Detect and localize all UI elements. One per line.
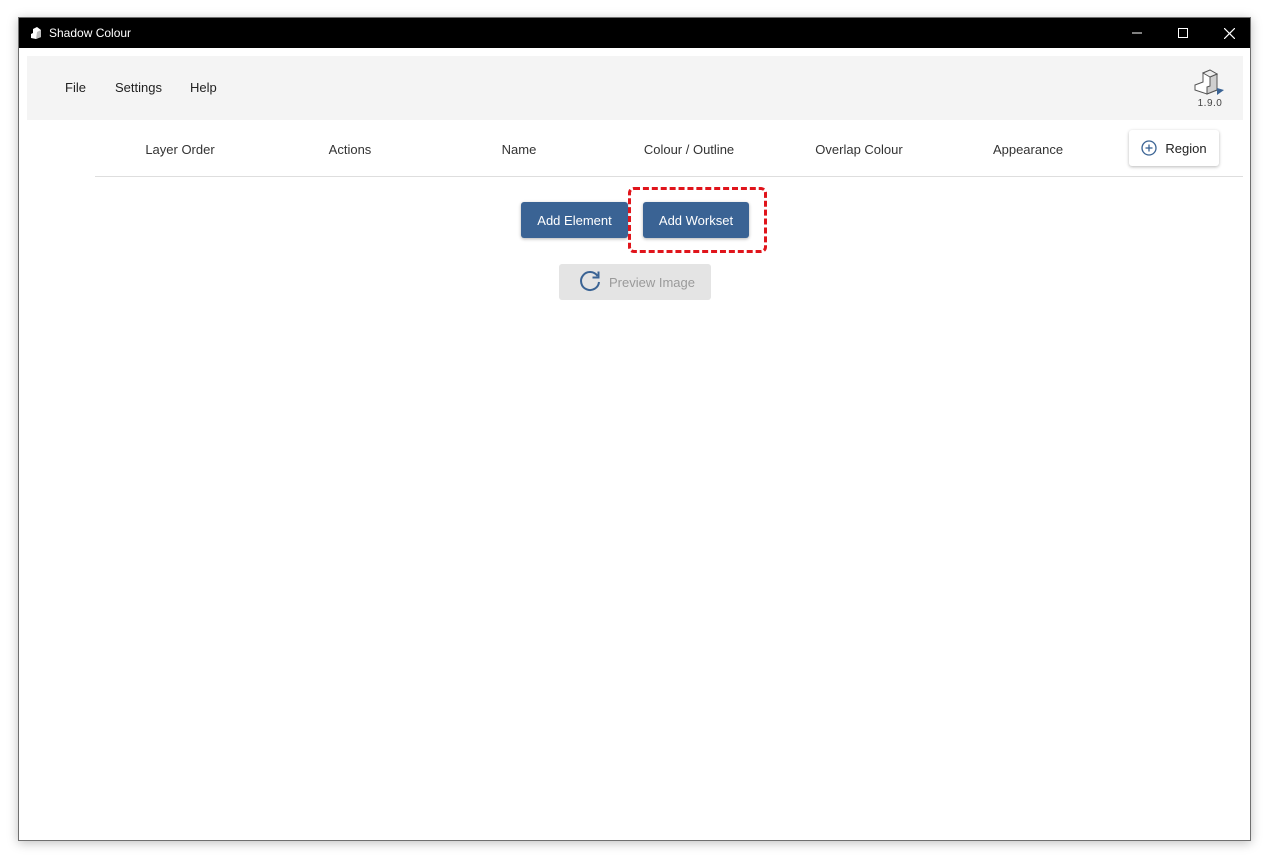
window-title: Shadow Colour [49, 26, 132, 40]
column-actions: Actions [328, 142, 372, 157]
add-workset-label: Add Workset [658, 212, 734, 228]
close-button[interactable] [1206, 18, 1252, 48]
minimize-icon [1132, 32, 1142, 34]
version-label: 1.9.0 [1197, 98, 1223, 109]
column-appearance: Appearance [992, 142, 1064, 157]
add-element-button[interactable]: Add Element [521, 202, 628, 238]
column-colour-outline: Colour / Outline [643, 142, 735, 157]
add-region-button[interactable]: Region [1129, 130, 1219, 166]
app-logo-icon [1194, 69, 1224, 95]
region-button-label: Region [1165, 140, 1207, 156]
add-element-label: Add Element [537, 212, 612, 228]
menu-settings[interactable]: Settings [115, 80, 162, 95]
preview-image-button[interactable]: Preview Image [559, 264, 711, 300]
app-window: Shadow Colour File Settings Help 1.9.0 L… [18, 17, 1251, 841]
column-layer-order: Layer Order [145, 142, 215, 157]
menu-file[interactable]: File [65, 80, 86, 95]
menu-help[interactable]: Help [190, 80, 217, 95]
maximize-button[interactable] [1160, 18, 1206, 48]
menu-bar: File Settings Help 1.9.0 [27, 56, 1243, 120]
add-workset-button[interactable]: Add Workset [643, 202, 749, 238]
plus-circle-icon [1141, 140, 1158, 156]
close-icon [1223, 27, 1235, 39]
column-name: Name [501, 142, 537, 157]
maximize-icon [1178, 28, 1188, 38]
minimize-button[interactable] [1114, 18, 1160, 48]
table-header: Layer Order Actions Name Colour / Outlin… [95, 122, 1243, 177]
title-bar[interactable]: Shadow Colour [19, 18, 1250, 48]
column-overlap-colour: Overlap Colour [815, 142, 903, 157]
app-logo-icon [31, 27, 41, 39]
preview-image-label: Preview Image [609, 274, 695, 290]
refresh-icon [580, 271, 600, 291]
